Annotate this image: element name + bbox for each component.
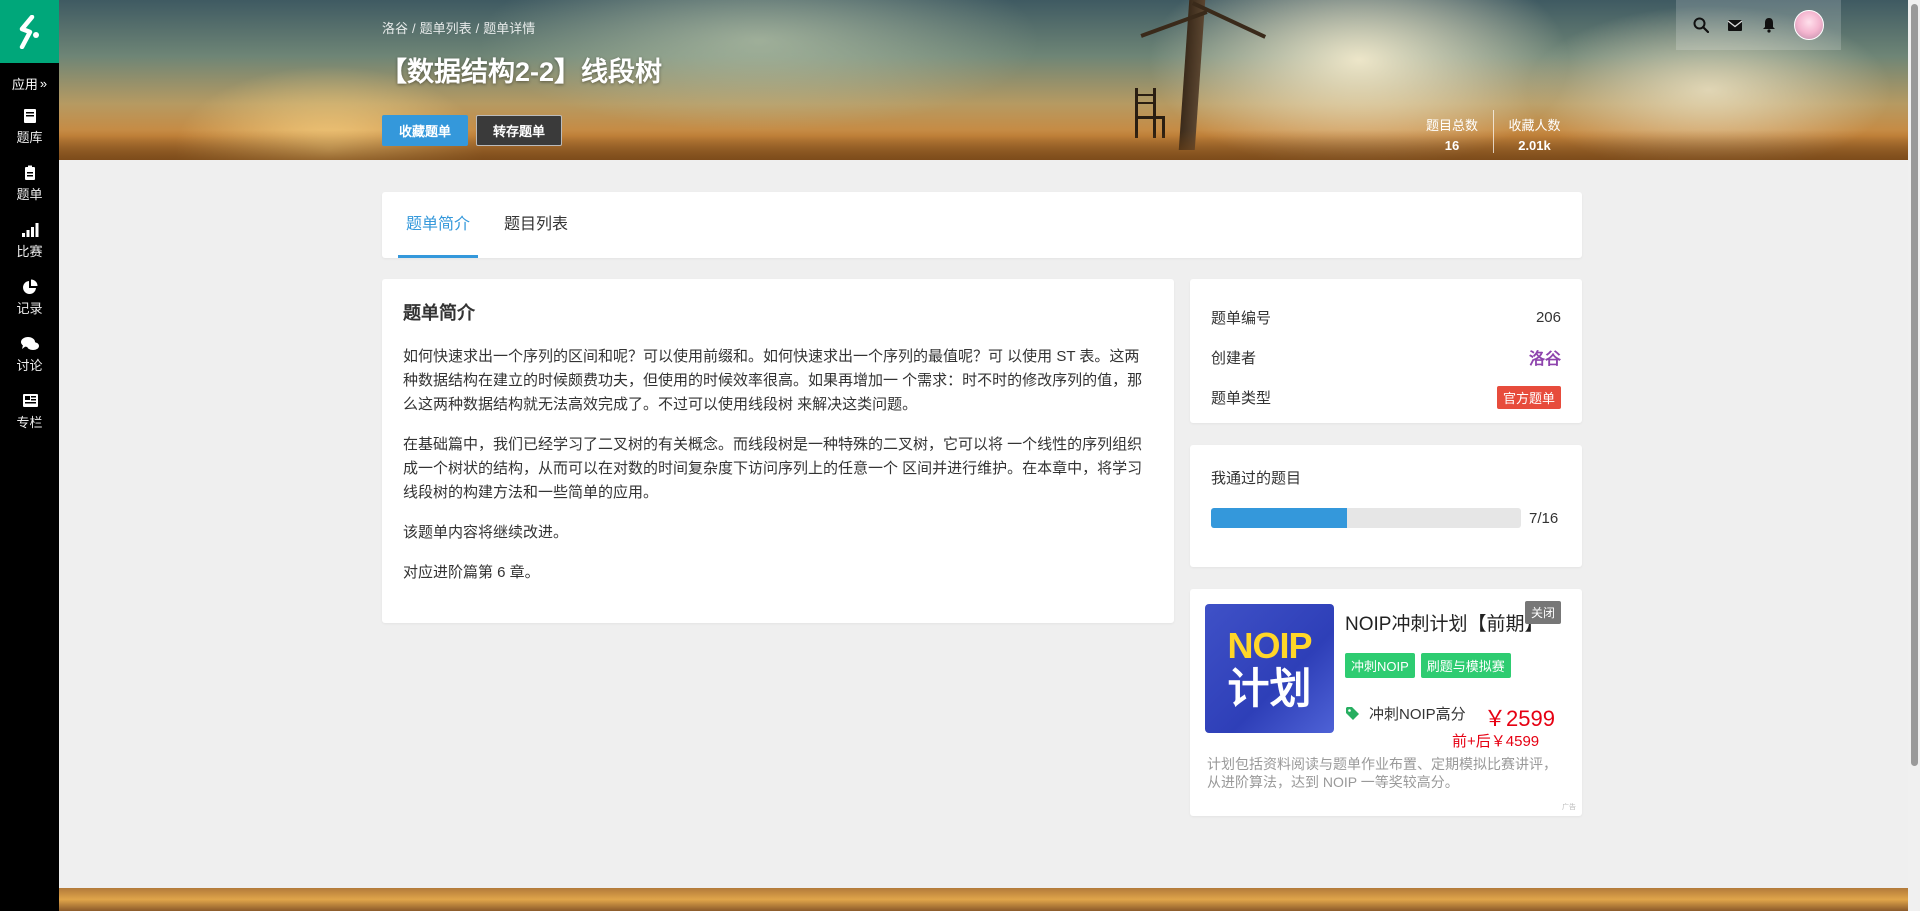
- ad-image-text: NOIP: [1227, 624, 1312, 666]
- list-stats: 题目总数 16 收藏人数 2.01k: [1411, 110, 1575, 153]
- stat-label: 题目总数: [1425, 118, 1478, 133]
- stat-value: 2.01k: [1518, 138, 1551, 153]
- breadcrumb-item[interactable]: 题单详情: [483, 21, 535, 36]
- favorite-list-button[interactable]: 收藏题单: [382, 115, 468, 146]
- breadcrumb: 洛谷 / 题单列表 / 题单详情: [382, 21, 536, 36]
- ad-price-row: 冲刺NOIP高分: [1345, 703, 1466, 724]
- breadcrumb-item[interactable]: 题单列表: [420, 21, 472, 36]
- stat-total-problems: 题目总数 16: [1411, 110, 1493, 153]
- sidebar-item-label: 专栏: [16, 414, 43, 430]
- sidebar: 应用 » 题库 题单 比赛 记录 讨论 专栏: [0, 0, 59, 911]
- bell-icon[interactable]: [1762, 17, 1776, 33]
- ad-tags: 冲刺NOIP 刷题与模拟赛: [1345, 653, 1511, 678]
- page-scrollbar[interactable]: [1908, 0, 1920, 911]
- sidebar-item-column[interactable]: 专栏: [0, 383, 59, 440]
- sidebar-item-lists[interactable]: 题单: [0, 155, 59, 212]
- ad-description: 计划包括资料阅读与题单作业布置、定期模拟比赛讲评，从进阶算法，达到 NOIP 一…: [1207, 756, 1557, 790]
- tab-problem-list[interactable]: 题目列表: [501, 192, 571, 258]
- list-info-card: 题单编号 206 创建者 洛谷 题单类型 官方题单: [1190, 279, 1582, 423]
- ad-price-full: 前+后￥4599: [1452, 733, 1540, 750]
- sidebar-item-label: 比赛: [16, 243, 43, 259]
- ad-price-label: 冲刺NOIP高分: [1369, 706, 1466, 723]
- sidebar-item-records[interactable]: 记录: [0, 269, 59, 326]
- logo-icon: [19, 14, 39, 49]
- progress-row: 7/16: [1211, 508, 1561, 528]
- page-title: 【数据结构2-2】线段树: [380, 57, 663, 87]
- ad-mark: 广告: [1562, 804, 1576, 811]
- sidebar-item-problems[interactable]: 题库: [0, 98, 59, 155]
- ad-tag: 冲刺NOIP: [1345, 653, 1415, 678]
- info-label: 创建者: [1211, 349, 1257, 367]
- tab-intro[interactable]: 题单简介: [398, 192, 478, 258]
- intro-paragraph: 如何快速求出一个序列的区间和呢？可以使用前缀和。如何快速求出一个序列的最值呢？可…: [403, 348, 1143, 413]
- ad-image[interactable]: NOIP 计划: [1205, 604, 1334, 733]
- intro-card: 题单简介 如何快速求出一个序列的区间和呢？可以使用前缀和。如何快速求出一个序列的…: [382, 279, 1174, 623]
- stat-label: 收藏人数: [1508, 118, 1561, 133]
- sidebar-item-label: 记录: [16, 300, 43, 316]
- banner-ground: [59, 130, 1908, 160]
- tag-icon: [1346, 706, 1359, 720]
- header-banner: [59, 0, 1908, 160]
- ad-price: ￥2599: [1484, 706, 1555, 731]
- footer-banner: [59, 888, 1908, 911]
- sidebar-item-discuss[interactable]: 讨论: [0, 326, 59, 383]
- double-chevron-right-icon: »: [39, 75, 48, 91]
- apps-label: 应用: [11, 76, 38, 92]
- news-icon: [22, 393, 38, 407]
- info-label: 题单类型: [1211, 389, 1272, 407]
- chat-bubbles-icon: [20, 336, 39, 350]
- progress-bar: [1211, 508, 1521, 528]
- intro-heading: 题单简介: [403, 303, 475, 323]
- sidebar-item-label: 题单: [16, 186, 43, 202]
- sidebar-item-label: 题库: [16, 129, 43, 145]
- official-list-badge: 官方题单: [1496, 385, 1561, 409]
- ad-title[interactable]: NOIP冲刺计划【前期】: [1345, 609, 1543, 636]
- scrollbar-thumb[interactable]: [1911, 4, 1918, 766]
- intro-paragraph: 对应进阶篇第 6 章。: [403, 564, 540, 581]
- avatar[interactable]: [1793, 10, 1824, 40]
- ad-close-button[interactable]: 关闭: [1525, 601, 1562, 624]
- list-id-value: 206: [1535, 308, 1561, 326]
- progress-fill: [1211, 508, 1347, 528]
- luogu-logo[interactable]: [0, 0, 59, 63]
- tab-bar: 题单简介 题目列表: [382, 192, 1582, 258]
- breadcrumb-item[interactable]: 洛谷: [382, 21, 408, 36]
- intro-paragraph: 该题单内容将继续改进。: [403, 524, 569, 541]
- sidebar-item-contests[interactable]: 比赛: [0, 212, 59, 269]
- mail-icon[interactable]: [1727, 19, 1743, 32]
- signal-bars-icon: [21, 222, 38, 237]
- ad-tag: 刷题与模拟赛: [1420, 653, 1511, 678]
- info-row-creator: 创建者 洛谷: [1211, 337, 1561, 377]
- save-list-button[interactable]: 转存题单: [476, 115, 562, 146]
- stat-value: 16: [1444, 138, 1460, 153]
- info-row-type: 题单类型 官方题单: [1211, 377, 1561, 417]
- user-topbar: [1676, 0, 1841, 50]
- apps-toggle[interactable]: 应用 »: [0, 68, 59, 98]
- search-icon[interactable]: [1693, 17, 1710, 33]
- progress-count: 7/16: [1529, 509, 1559, 527]
- ad-image-text: 计划: [1227, 664, 1312, 712]
- progress-title: 我通过的题目: [1211, 470, 1302, 487]
- info-row-id: 题单编号 206: [1211, 297, 1561, 337]
- sidebar-item-label: 讨论: [16, 357, 43, 373]
- creator-link[interactable]: 洛谷: [1529, 345, 1561, 369]
- book-icon: [23, 108, 36, 123]
- pie-chart-icon: [22, 279, 37, 294]
- ad-card[interactable]: NOIP 计划 NOIP冲刺计划【前期】 关闭 冲刺NOIP 刷题与模拟赛 冲刺…: [1190, 589, 1582, 816]
- stat-favorites: 收藏人数 2.01k: [1493, 110, 1575, 153]
- info-label: 题单编号: [1211, 309, 1272, 327]
- clipboard-icon: [24, 165, 35, 180]
- progress-card: 我通过的题目 7/16: [1190, 445, 1582, 567]
- intro-paragraph: 在基础篇中，我们已经学习了二叉树的有关概念。而线段树是一种特殊的二叉树，它可以将…: [403, 436, 1143, 501]
